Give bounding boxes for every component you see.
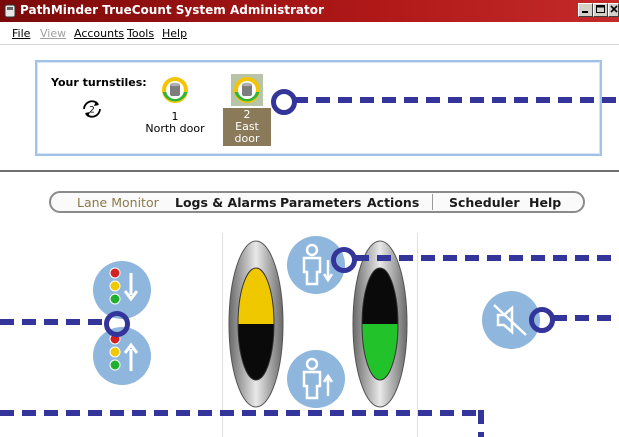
- menu-view[interactable]: View: [40, 27, 66, 40]
- turnstile-icon: [234, 77, 260, 103]
- tab-help[interactable]: Help: [529, 195, 561, 210]
- callout-marker-person: [331, 247, 357, 273]
- close-icon: [609, 5, 618, 13]
- traffic-light-down-icon: [109, 267, 139, 305]
- person-up-button[interactable]: [287, 350, 345, 408]
- turnstile-name: East door: [234, 120, 260, 145]
- callout-line-mute: [553, 315, 619, 321]
- callout-line-bottom-vertical: [478, 410, 484, 437]
- callout-line-person: [355, 255, 619, 261]
- title-bar[interactable]: PathMinder TrueCount System Administrato…: [0, 0, 619, 22]
- menu-help[interactable]: Help: [162, 27, 187, 40]
- lane-indicator-right: [352, 240, 408, 408]
- callout-marker-traffic: [104, 311, 130, 337]
- turnstile-selector: Your turnstiles: 2 1 North door 2 East d…: [35, 60, 602, 156]
- app-window: PathMinder TrueCount System Administrato…: [0, 0, 619, 437]
- turnstile-selection-highlight: [231, 74, 263, 106]
- tab-lane-monitor[interactable]: Lane Monitor: [77, 195, 159, 210]
- menu-accounts[interactable]: Accounts: [74, 27, 124, 40]
- app-icon: [4, 4, 16, 18]
- menu-file[interactable]: File: [12, 27, 30, 40]
- turnstiles-label: Your turnstiles:: [51, 76, 147, 89]
- turnstile-selected-label: 2 East door: [223, 108, 271, 146]
- tab-scheduler[interactable]: Scheduler: [449, 195, 520, 210]
- maximize-button[interactable]: [593, 3, 608, 17]
- tab-parameters[interactable]: Parameters: [280, 195, 361, 210]
- nav-divider: [432, 194, 433, 210]
- refresh-icon[interactable]: 2: [79, 98, 105, 120]
- lane-direction-down-button[interactable]: [93, 261, 151, 319]
- callout-line-turnstiles: [294, 97, 619, 103]
- tab-actions[interactable]: Actions: [367, 195, 419, 210]
- minimize-icon: [582, 11, 588, 13]
- callout-marker-turnstiles: [271, 89, 297, 115]
- tab-logs-alarms[interactable]: Logs & Alarms: [175, 195, 277, 210]
- turnstile-item-north[interactable]: 1 North door: [141, 76, 209, 135]
- close-button[interactable]: [608, 3, 619, 17]
- callout-marker-mute: [529, 307, 555, 333]
- svg-text:2: 2: [89, 106, 95, 116]
- turnstile-name: North door: [145, 122, 205, 135]
- maximize-icon: [596, 5, 605, 13]
- menu-tools[interactable]: Tools: [127, 27, 154, 40]
- lane-indicator-left: [228, 240, 284, 408]
- turnstile-item-east[interactable]: 2 East door: [223, 74, 271, 146]
- minimize-button[interactable]: [578, 3, 593, 17]
- person-exiting-icon: [302, 357, 334, 400]
- menu-bar: File View Accounts Tools Help: [0, 22, 619, 45]
- callout-line-traffic: [0, 319, 104, 325]
- main-nav: Lane Monitor Logs & Alarms Parameters Ac…: [49, 191, 585, 213]
- turnstile-icon: [162, 77, 188, 103]
- window-title: PathMinder TrueCount System Administrato…: [20, 3, 324, 17]
- callout-line-bottom: [0, 410, 484, 416]
